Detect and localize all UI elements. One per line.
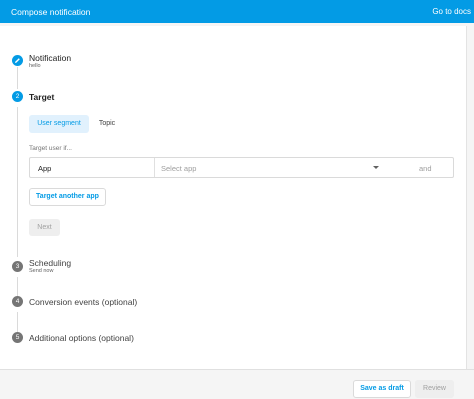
target-field-app: App xyxy=(38,164,52,173)
stepper-connector xyxy=(17,312,18,332)
stepper-connector xyxy=(17,107,18,257)
review-button[interactable]: Review xyxy=(415,380,454,398)
footer-divider xyxy=(0,369,474,370)
stepper-connector xyxy=(17,277,18,297)
target-another-app-button[interactable]: Target another app xyxy=(29,188,106,206)
step-notification-indicator[interactable] xyxy=(12,55,23,66)
tab-topic[interactable]: Topic xyxy=(92,115,122,133)
step-target-title: Target xyxy=(29,92,55,102)
select-app-dropdown[interactable]: Select app xyxy=(161,164,196,173)
step-scheduling-title[interactable]: Scheduling xyxy=(29,258,71,268)
stepper-connector xyxy=(17,67,18,89)
tab-user-segment[interactable]: User segment xyxy=(29,115,89,133)
save-as-draft-button[interactable]: Save as draft xyxy=(353,380,411,398)
field-divider xyxy=(154,158,155,177)
top-app-bar: Compose notification Go to docs xyxy=(0,0,474,23)
page-title: Compose notification xyxy=(11,7,91,17)
next-button[interactable]: Next xyxy=(29,219,60,236)
step-conversion-indicator: 4 xyxy=(12,296,23,307)
pencil-icon xyxy=(15,58,20,63)
chevron-down-icon[interactable] xyxy=(373,166,379,169)
step-additional-title[interactable]: Additional options (optional) xyxy=(29,333,134,343)
step-scheduling-subtitle: Send now xyxy=(29,268,54,274)
step-target-indicator: 2 xyxy=(12,91,23,102)
step-notification-subtitle: hello xyxy=(29,63,41,69)
step-scheduling-indicator: 3 xyxy=(12,261,23,272)
target-condition-row: App Select app and xyxy=(29,157,454,178)
step-notification-title[interactable]: Notification xyxy=(29,53,71,63)
step-conversion-title[interactable]: Conversion events (optional) xyxy=(29,297,137,307)
target-user-label: Target user if... xyxy=(29,145,72,152)
go-to-docs-link[interactable]: Go to docs xyxy=(432,7,471,16)
step-additional-indicator: 5 xyxy=(12,332,23,343)
and-condition-link[interactable]: and xyxy=(419,164,432,173)
